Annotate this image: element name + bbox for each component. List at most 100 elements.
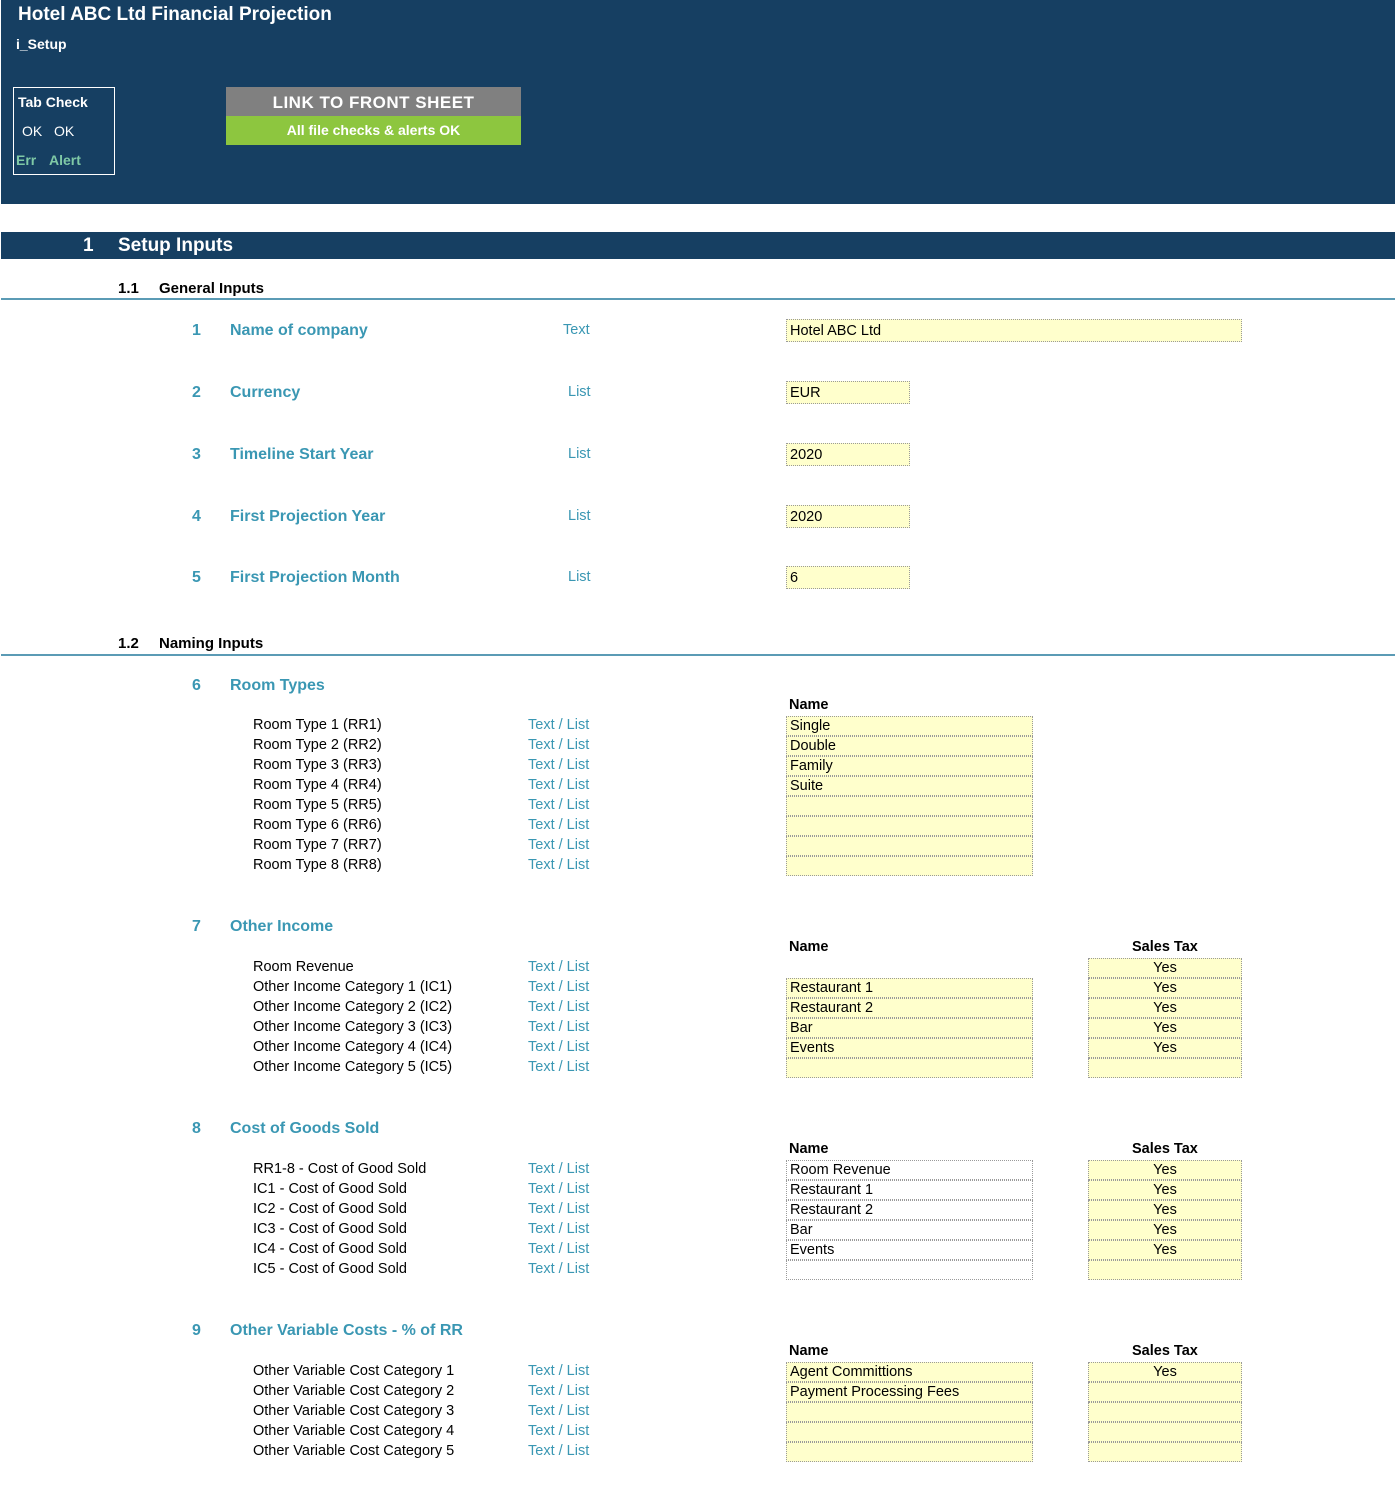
name-input[interactable]: Restaurant 1 <box>786 1180 1033 1200</box>
sales-tax-select[interactable]: Yes <box>1088 1200 1242 1220</box>
input-number: 3 <box>192 446 201 463</box>
timeline-start-year-select[interactable]: 2020 <box>786 443 910 466</box>
row-input-type: Text / List <box>528 1363 590 1379</box>
section-title: Setup Inputs <box>118 235 234 256</box>
row-label: IC5 - Cost of Good Sold <box>253 1261 407 1277</box>
name-input[interactable] <box>786 1260 1033 1280</box>
name-input[interactable]: Family <box>786 756 1033 776</box>
name-input[interactable] <box>786 856 1033 876</box>
name-input[interactable] <box>786 796 1033 816</box>
name-input[interactable]: Restaurant 2 <box>786 998 1033 1018</box>
link-to-front-sheet-button[interactable]: LINK TO FRONT SHEET <box>226 87 521 116</box>
input-type: List <box>568 384 591 400</box>
name-input[interactable] <box>786 836 1033 856</box>
subsection-divider <box>1 298 1395 300</box>
group-title: Room Types <box>230 677 325 694</box>
name-input[interactable]: Bar <box>786 1018 1033 1038</box>
name-input[interactable] <box>786 1402 1033 1422</box>
row-input-type: Text / List <box>528 737 590 753</box>
input-label-first-projection-year: First Projection Year <box>230 508 386 525</box>
first-projection-year-select[interactable]: 2020 <box>786 505 910 528</box>
subsection-title-general: General Inputs <box>159 280 265 297</box>
row-input-type: Text / List <box>528 979 590 995</box>
sales-tax-select[interactable]: Yes <box>1088 998 1242 1018</box>
sales-tax-select[interactable]: Yes <box>1088 1018 1242 1038</box>
row-input-type: Text / List <box>528 1221 590 1237</box>
sales-tax-select[interactable]: Yes <box>1088 1038 1242 1058</box>
group-number: 9 <box>192 1322 201 1339</box>
tab-check-ok-alert: OK <box>54 123 75 139</box>
row-input-type: Text / List <box>528 1039 590 1055</box>
name-input[interactable] <box>786 1058 1033 1078</box>
row-label: IC4 - Cost of Good Sold <box>253 1241 407 1257</box>
sales-tax-select[interactable]: Yes <box>1088 978 1242 998</box>
group-number: 7 <box>192 918 201 935</box>
row-input-type: Text / List <box>528 1201 590 1217</box>
row-label: Other Income Category 2 (IC2) <box>253 999 453 1015</box>
name-input[interactable]: Restaurant 2 <box>786 1200 1033 1220</box>
name-input[interactable]: Bar <box>786 1220 1033 1240</box>
column-header-sales-tax: Sales Tax <box>1132 1141 1198 1157</box>
first-projection-month-select[interactable]: 6 <box>786 566 910 589</box>
company-name-input[interactable]: Hotel ABC Ltd <box>786 319 1242 342</box>
input-label-first-projection-month: First Projection Month <box>230 569 400 586</box>
sales-tax-select[interactable]: Yes <box>1088 1220 1242 1240</box>
sheet-name: i_Setup <box>16 36 67 52</box>
column-header-name: Name <box>789 1343 829 1359</box>
row-label: Room Type 2 (RR2) <box>253 737 382 753</box>
input-label-timeline-start-year: Timeline Start Year <box>230 446 374 463</box>
name-input[interactable]: Double <box>786 736 1033 756</box>
row-input-type: Text / List <box>528 959 590 975</box>
name-input[interactable]: Single <box>786 716 1033 736</box>
sales-tax-select[interactable] <box>1088 1058 1242 1078</box>
sales-tax-select[interactable] <box>1088 1402 1242 1422</box>
input-label-currency: Currency <box>230 384 301 401</box>
input-type: List <box>568 569 591 585</box>
row-input-type: Text / List <box>528 1443 590 1459</box>
name-input[interactable]: Restaurant 1 <box>786 978 1033 998</box>
currency-select[interactable]: EUR <box>786 381 910 404</box>
input-type: Text <box>563 322 590 338</box>
tab-check-box: Tab Check OK OK Err Alert <box>13 87 115 175</box>
row-input-type: Text / List <box>528 817 590 833</box>
name-input[interactable]: Events <box>786 1038 1033 1058</box>
row-label: IC1 - Cost of Good Sold <box>253 1181 407 1197</box>
sales-tax-select[interactable]: Yes <box>1088 1180 1242 1200</box>
sales-tax-select[interactable] <box>1088 1442 1242 1462</box>
row-label: RR1-8 - Cost of Good Sold <box>253 1161 427 1177</box>
name-input[interactable]: Events <box>786 1240 1033 1260</box>
tab-check-err-label: Err <box>16 152 37 168</box>
row-label: Room Revenue <box>253 959 354 975</box>
tab-check-title: Tab Check <box>18 94 88 110</box>
sales-tax-select[interactable] <box>1088 1422 1242 1442</box>
sales-tax-select[interactable]: Yes <box>1088 1362 1242 1382</box>
name-input[interactable] <box>786 816 1033 836</box>
subsection-number-general: 1.1 <box>118 280 139 297</box>
row-label: Room Type 8 (RR8) <box>253 857 382 873</box>
subsection-title-naming: Naming Inputs <box>159 635 264 652</box>
row-label: IC3 - Cost of Good Sold <box>253 1221 407 1237</box>
sales-tax-select[interactable] <box>1088 1382 1242 1402</box>
name-input[interactable] <box>786 1422 1033 1442</box>
row-input-type: Text / List <box>528 1059 590 1075</box>
row-input-type: Text / List <box>528 1383 590 1399</box>
sales-tax-select[interactable]: Yes <box>1088 958 1242 978</box>
name-input[interactable]: Room Revenue <box>786 1160 1033 1180</box>
row-input-type: Text / List <box>528 777 590 793</box>
row-label: Room Type 5 (RR5) <box>253 797 382 813</box>
input-type: List <box>568 446 591 462</box>
row-label: Other Variable Cost Category 1 <box>253 1363 455 1379</box>
name-input[interactable]: Suite <box>786 776 1033 796</box>
input-label-company-name: Name of company <box>230 322 368 339</box>
row-input-type: Text / List <box>528 857 590 873</box>
name-input[interactable]: Agent Committions <box>786 1362 1033 1382</box>
tab-check-alert-label: Alert <box>49 152 81 168</box>
column-header-sales-tax: Sales Tax <box>1132 939 1198 955</box>
sales-tax-select[interactable] <box>1088 1260 1242 1280</box>
name-input[interactable]: Payment Processing Fees <box>786 1382 1033 1402</box>
sales-tax-select[interactable]: Yes <box>1088 1240 1242 1260</box>
name-input[interactable] <box>786 1442 1033 1462</box>
row-input-type: Text / List <box>528 757 590 773</box>
row-label: Other Variable Cost Category 3 <box>253 1403 455 1419</box>
sales-tax-select[interactable]: Yes <box>1088 1160 1242 1180</box>
